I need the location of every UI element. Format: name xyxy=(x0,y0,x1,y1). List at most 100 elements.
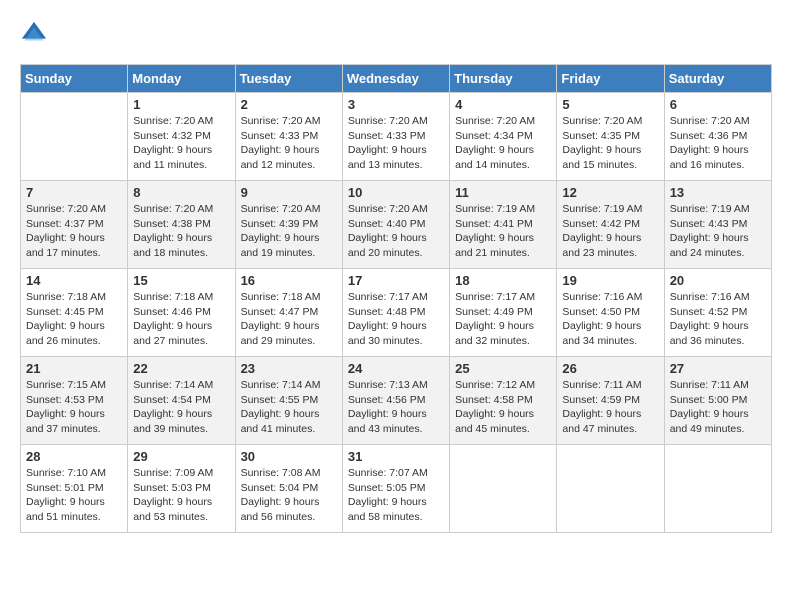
day-number: 19 xyxy=(562,273,658,288)
day-info: Sunrise: 7:12 AMSunset: 4:58 PMDaylight:… xyxy=(455,378,551,437)
calendar-cell xyxy=(664,445,771,533)
calendar-cell: 1 Sunrise: 7:20 AMSunset: 4:32 PMDaylight… xyxy=(128,93,235,181)
calendar-cell: 29 Sunrise: 7:09 AMSunset: 5:03 PMDayligh… xyxy=(128,445,235,533)
calendar-cell: 9 Sunrise: 7:20 AMSunset: 4:39 PMDaylight… xyxy=(235,181,342,269)
day-number: 28 xyxy=(26,449,122,464)
calendar-cell: 19 Sunrise: 7:16 AMSunset: 4:50 PMDayligh… xyxy=(557,269,664,357)
weekday-header-tuesday: Tuesday xyxy=(235,65,342,93)
day-number: 31 xyxy=(348,449,444,464)
calendar-week-row: 1 Sunrise: 7:20 AMSunset: 4:32 PMDaylight… xyxy=(21,93,772,181)
day-number: 24 xyxy=(348,361,444,376)
calendar-cell: 30 Sunrise: 7:08 AMSunset: 5:04 PMDayligh… xyxy=(235,445,342,533)
day-info: Sunrise: 7:10 AMSunset: 5:01 PMDaylight:… xyxy=(26,466,122,525)
day-info: Sunrise: 7:19 AMSunset: 4:41 PMDaylight:… xyxy=(455,202,551,261)
calendar-cell: 23Sunrise: 7:14 AMSunset: 4:55 PMDayligh… xyxy=(235,357,342,445)
calendar-table: SundayMondayTuesdayWednesdayThursdayFrid… xyxy=(20,64,772,533)
calendar-week-row: 7 Sunrise: 7:20 AMSunset: 4:37 PMDaylight… xyxy=(21,181,772,269)
calendar-cell: 11 Sunrise: 7:19 AMSunset: 4:41 PMDayligh… xyxy=(450,181,557,269)
day-number: 5 xyxy=(562,97,658,112)
weekday-header-thursday: Thursday xyxy=(450,65,557,93)
calendar-cell: 20Sunrise: 7:16 AMSunset: 4:52 PMDayligh… xyxy=(664,269,771,357)
day-number: 9 xyxy=(241,185,337,200)
day-info: Sunrise: 7:20 AMSunset: 4:40 PMDaylight:… xyxy=(348,202,444,261)
day-number: 10 xyxy=(348,185,444,200)
calendar-week-row: 28 Sunrise: 7:10 AMSunset: 5:01 PMDayligh… xyxy=(21,445,772,533)
weekday-header-sunday: Sunday xyxy=(21,65,128,93)
day-number: 21 xyxy=(26,361,122,376)
calendar-cell: 4 Sunrise: 7:20 AMSunset: 4:34 PMDaylight… xyxy=(450,93,557,181)
day-info: Sunrise: 7:11 AMSunset: 5:00 PMDaylight:… xyxy=(670,378,766,437)
calendar-cell xyxy=(450,445,557,533)
day-info: Sunrise: 7:18 AMSunset: 4:46 PMDaylight:… xyxy=(133,290,229,349)
calendar-cell: 10 Sunrise: 7:20 AMSunset: 4:40 PMDayligh… xyxy=(342,181,449,269)
day-info: Sunrise: 7:20 AMSunset: 4:39 PMDaylight:… xyxy=(241,202,337,261)
logo xyxy=(20,20,52,48)
calendar-cell: 18Sunrise: 7:17 AMSunset: 4:49 PMDayligh… xyxy=(450,269,557,357)
calendar-cell: 14 Sunrise: 7:18 AMSunset: 4:45 PMDayligh… xyxy=(21,269,128,357)
day-info: Sunrise: 7:20 AMSunset: 4:32 PMDaylight:… xyxy=(133,114,229,173)
calendar-cell: 24 Sunrise: 7:13 AMSunset: 4:56 PMDayligh… xyxy=(342,357,449,445)
day-info: Sunrise: 7:08 AMSunset: 5:04 PMDaylight:… xyxy=(241,466,337,525)
day-number: 2 xyxy=(241,97,337,112)
day-info: Sunrise: 7:17 AMSunset: 4:49 PMDaylight:… xyxy=(455,290,551,349)
weekday-header-row: SundayMondayTuesdayWednesdayThursdayFrid… xyxy=(21,65,772,93)
calendar-cell xyxy=(557,445,664,533)
day-info: Sunrise: 7:18 AMSunset: 4:45 PMDaylight:… xyxy=(26,290,122,349)
day-info: Sunrise: 7:07 AMSunset: 5:05 PMDaylight:… xyxy=(348,466,444,525)
day-number: 25 xyxy=(455,361,551,376)
day-number: 15 xyxy=(133,273,229,288)
calendar-cell: 31 Sunrise: 7:07 AMSunset: 5:05 PMDayligh… xyxy=(342,445,449,533)
calendar-cell: 12 Sunrise: 7:19 AMSunset: 4:42 PMDayligh… xyxy=(557,181,664,269)
day-info: Sunrise: 7:20 AMSunset: 4:38 PMDaylight:… xyxy=(133,202,229,261)
calendar-cell: 27 Sunrise: 7:11 AMSunset: 5:00 PMDayligh… xyxy=(664,357,771,445)
day-info: Sunrise: 7:15 AMSunset: 4:53 PMDaylight:… xyxy=(26,378,122,437)
day-number: 7 xyxy=(26,185,122,200)
day-info: Sunrise: 7:17 AMSunset: 4:48 PMDaylight:… xyxy=(348,290,444,349)
calendar-cell: 13 Sunrise: 7:19 AMSunset: 4:43 PMDayligh… xyxy=(664,181,771,269)
day-info: Sunrise: 7:20 AMSunset: 4:37 PMDaylight:… xyxy=(26,202,122,261)
day-number: 4 xyxy=(455,97,551,112)
calendar-cell: 15 Sunrise: 7:18 AMSunset: 4:46 PMDayligh… xyxy=(128,269,235,357)
day-info: Sunrise: 7:20 AMSunset: 4:34 PMDaylight:… xyxy=(455,114,551,173)
day-number: 6 xyxy=(670,97,766,112)
day-info: Sunrise: 7:13 AMSunset: 4:56 PMDaylight:… xyxy=(348,378,444,437)
day-info: Sunrise: 7:20 AMSunset: 4:35 PMDaylight:… xyxy=(562,114,658,173)
day-number: 22 xyxy=(133,361,229,376)
page-header xyxy=(20,20,772,48)
day-info: Sunrise: 7:20 AMSunset: 4:33 PMDaylight:… xyxy=(241,114,337,173)
day-info: Sunrise: 7:19 AMSunset: 4:43 PMDaylight:… xyxy=(670,202,766,261)
calendar-cell: 2 Sunrise: 7:20 AMSunset: 4:33 PMDaylight… xyxy=(235,93,342,181)
logo-icon xyxy=(20,20,48,48)
day-number: 20 xyxy=(670,273,766,288)
day-number: 17 xyxy=(348,273,444,288)
calendar-cell: 28 Sunrise: 7:10 AMSunset: 5:01 PMDayligh… xyxy=(21,445,128,533)
weekday-header-friday: Friday xyxy=(557,65,664,93)
calendar-cell: 26Sunrise: 7:11 AMSunset: 4:59 PMDayligh… xyxy=(557,357,664,445)
calendar-cell: 17 Sunrise: 7:17 AMSunset: 4:48 PMDayligh… xyxy=(342,269,449,357)
day-info: Sunrise: 7:09 AMSunset: 5:03 PMDaylight:… xyxy=(133,466,229,525)
day-number: 1 xyxy=(133,97,229,112)
calendar-cell: 22Sunrise: 7:14 AMSunset: 4:54 PMDayligh… xyxy=(128,357,235,445)
calendar-cell: 16Sunrise: 7:18 AMSunset: 4:47 PMDayligh… xyxy=(235,269,342,357)
weekday-header-wednesday: Wednesday xyxy=(342,65,449,93)
day-number: 12 xyxy=(562,185,658,200)
calendar-cell xyxy=(21,93,128,181)
calendar-cell: 7 Sunrise: 7:20 AMSunset: 4:37 PMDaylight… xyxy=(21,181,128,269)
calendar-cell: 5 Sunrise: 7:20 AMSunset: 4:35 PMDaylight… xyxy=(557,93,664,181)
day-info: Sunrise: 7:18 AMSunset: 4:47 PMDaylight:… xyxy=(241,290,337,349)
day-number: 27 xyxy=(670,361,766,376)
day-info: Sunrise: 7:19 AMSunset: 4:42 PMDaylight:… xyxy=(562,202,658,261)
day-number: 30 xyxy=(241,449,337,464)
day-number: 3 xyxy=(348,97,444,112)
day-number: 14 xyxy=(26,273,122,288)
day-number: 13 xyxy=(670,185,766,200)
calendar-cell: 21 Sunrise: 7:15 AMSunset: 4:53 PMDayligh… xyxy=(21,357,128,445)
weekday-header-saturday: Saturday xyxy=(664,65,771,93)
weekday-header-monday: Monday xyxy=(128,65,235,93)
day-info: Sunrise: 7:16 AMSunset: 4:50 PMDaylight:… xyxy=(562,290,658,349)
day-info: Sunrise: 7:11 AMSunset: 4:59 PMDaylight:… xyxy=(562,378,658,437)
calendar-cell: 3Sunrise: 7:20 AMSunset: 4:33 PMDaylight… xyxy=(342,93,449,181)
calendar-cell: 6Sunrise: 7:20 AMSunset: 4:36 PMDaylight… xyxy=(664,93,771,181)
day-number: 11 xyxy=(455,185,551,200)
day-number: 29 xyxy=(133,449,229,464)
